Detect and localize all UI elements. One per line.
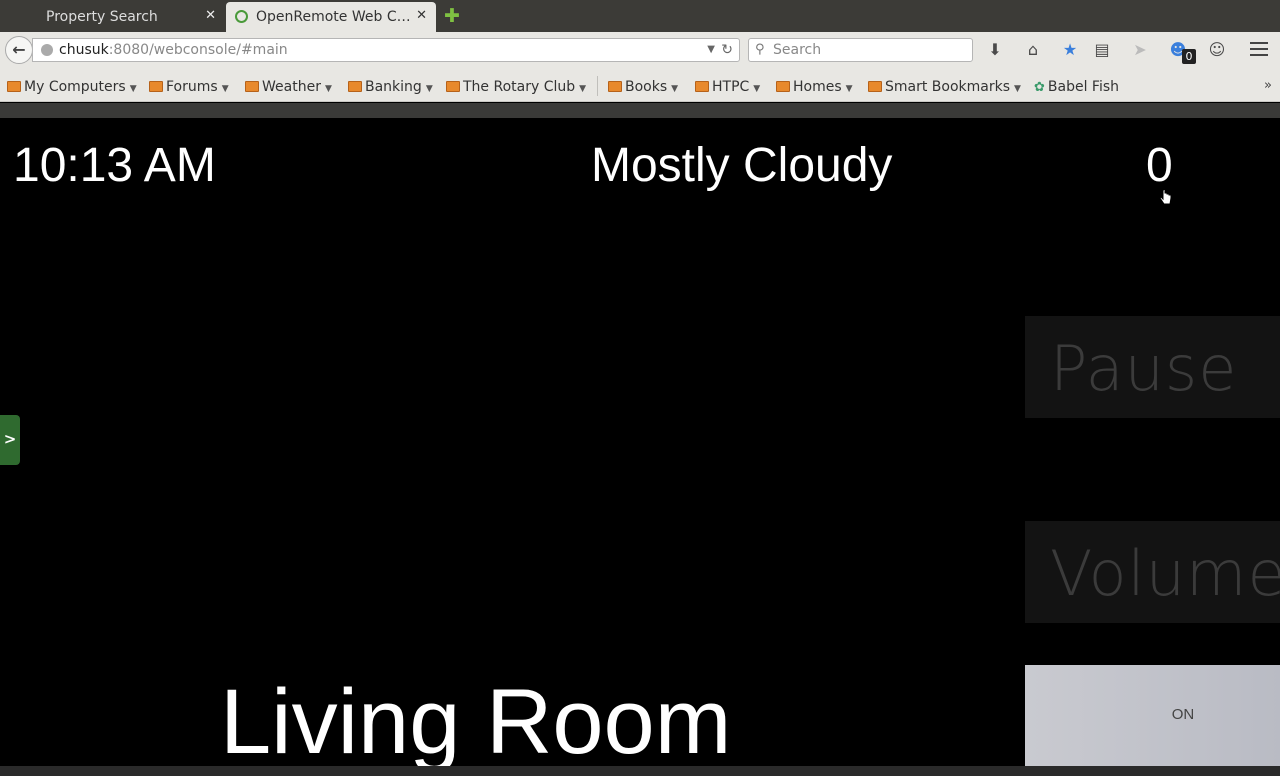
hamburger-menu-icon[interactable] — [1250, 42, 1268, 58]
room-title: Living Room — [220, 671, 732, 766]
bookmark-htpc[interactable]: HTPC ▼ — [695, 78, 760, 96]
download-icon[interactable]: ⬇ — [985, 41, 1005, 61]
folder-icon — [608, 81, 622, 92]
bookmark-star-icon[interactable]: ★ — [1060, 41, 1080, 61]
bookmark-label: Books — [625, 79, 668, 95]
bookmark-label: My Computers — [24, 79, 126, 95]
new-tab-icon[interactable]: ✚ — [444, 5, 460, 27]
tab-title: OpenRemote Web C… — [256, 9, 411, 25]
page-top-strip — [0, 103, 1280, 118]
search-placeholder: Search — [773, 42, 822, 58]
clock-label: 10:13 AM — [13, 139, 216, 192]
reload-icon[interactable]: ↻ — [721, 39, 733, 61]
extension-badge: 0 — [1182, 49, 1196, 64]
folder-icon — [868, 81, 882, 92]
chevron-down-icon[interactable]: ▼ — [707, 39, 715, 61]
navigation-bar: ← chusuk:8080/webconsole/#main ▼ ↻ ⚲ Sea… — [0, 32, 1280, 68]
bookmark-label: Weather — [262, 79, 321, 95]
side-panel-toggle[interactable]: > — [0, 415, 20, 465]
pause-label: Pause — [1050, 332, 1238, 405]
folder-icon — [7, 81, 21, 92]
bookmark-homes[interactable]: Homes ▼ — [776, 78, 853, 96]
bookmark-rotary-club[interactable]: The Rotary Club ▼ — [446, 78, 586, 96]
chevron-down-icon: ▼ — [425, 84, 433, 94]
bookmark-weather[interactable]: Weather ▼ — [245, 78, 332, 96]
search-input[interactable]: ⚲ Search — [748, 38, 973, 62]
folder-icon — [149, 81, 163, 92]
reading-list-icon[interactable]: ▤ — [1092, 41, 1112, 61]
on-button[interactable]: ON — [1025, 665, 1280, 766]
bookmark-forums[interactable]: Forums ▼ — [149, 78, 229, 96]
url-bar[interactable]: chusuk:8080/webconsole/#main ▼ ↻ — [32, 38, 740, 62]
chevron-down-icon: ▼ — [1014, 84, 1021, 94]
back-button[interactable]: ← — [5, 36, 33, 64]
hand-cursor-icon — [1159, 190, 1172, 205]
close-icon[interactable]: ✕ — [416, 8, 427, 23]
chevron-down-icon: ▼ — [221, 84, 229, 94]
home-icon[interactable]: ⌂ — [1023, 41, 1043, 61]
bookmark-label: Smart Bookmarks — [885, 79, 1011, 95]
chevron-down-icon: ▼ — [845, 84, 853, 94]
chat-icon[interactable]: ☺ — [1207, 41, 1227, 61]
tab-bar: Property Search ✕ OpenRemote Web C… ✕ ✚ — [0, 0, 1280, 32]
chevron-down-icon: ▼ — [324, 84, 332, 94]
bookmark-label: Homes — [793, 79, 842, 95]
chevron-down-icon: ▼ — [753, 84, 761, 94]
bookmark-separator — [597, 76, 598, 96]
tab-property-search[interactable]: Property Search ✕ — [0, 2, 224, 32]
url-host: chusuk — [59, 42, 109, 58]
folder-icon — [348, 81, 362, 92]
search-icon: ⚲ — [755, 42, 765, 57]
chevron-down-icon: ▼ — [579, 84, 587, 94]
bottom-bar — [0, 766, 1280, 776]
bookmark-smart-bookmarks[interactable]: Smart Bookmarks ▼ — [868, 78, 1021, 96]
pause-button[interactable]: Pause — [1025, 316, 1280, 418]
bookmarks-toolbar: My Computers ▼ Forums ▼ Weather ▼ Banking ▼ … — [0, 68, 1280, 102]
folder-icon — [776, 81, 790, 92]
tab-title: Property Search — [46, 9, 158, 25]
bookmark-banking[interactable]: Banking ▼ — [348, 78, 433, 96]
url-path: :8080/webconsole/#main — [108, 42, 288, 58]
on-label: ON — [1171, 706, 1195, 723]
bookmark-babel-fish[interactable]: ✿ Babel Fish — [1034, 78, 1119, 96]
bookmark-books[interactable]: Books ▼ — [608, 78, 678, 96]
bookmark-my-computers[interactable]: My Computers ▼ — [7, 78, 137, 96]
volume-down-button[interactable]: Volume - — [1025, 521, 1280, 623]
bookmark-label: HTPC — [712, 79, 750, 95]
openremote-favicon-icon — [235, 10, 248, 23]
bookmark-label: Banking — [365, 79, 422, 95]
weather-label: Mostly Cloudy — [591, 139, 893, 192]
globe-icon — [41, 44, 53, 56]
chevron-down-icon: ▼ — [129, 84, 137, 94]
chevron-down-icon: ▼ — [671, 84, 679, 94]
babel-fish-icon: ✿ — [1034, 80, 1045, 95]
close-icon[interactable]: ✕ — [205, 8, 216, 23]
volume-label: Volume - — [1050, 537, 1280, 610]
folder-icon — [446, 81, 460, 92]
tab-openremote[interactable]: OpenRemote Web C… ✕ — [226, 2, 436, 32]
chevron-double-right-icon[interactable]: » — [1264, 78, 1272, 93]
folder-icon — [245, 81, 259, 92]
bookmark-label: Forums — [166, 79, 218, 95]
bookmark-label: The Rotary Club — [463, 79, 576, 95]
folder-icon — [695, 81, 709, 92]
counter-label: 0 — [1146, 139, 1173, 192]
openremote-console: 10:13 AM Mostly Cloudy 0 > Pause Volume … — [0, 118, 1280, 766]
send-icon[interactable]: ➤ — [1130, 41, 1150, 61]
bookmark-label: Babel Fish — [1047, 79, 1120, 95]
